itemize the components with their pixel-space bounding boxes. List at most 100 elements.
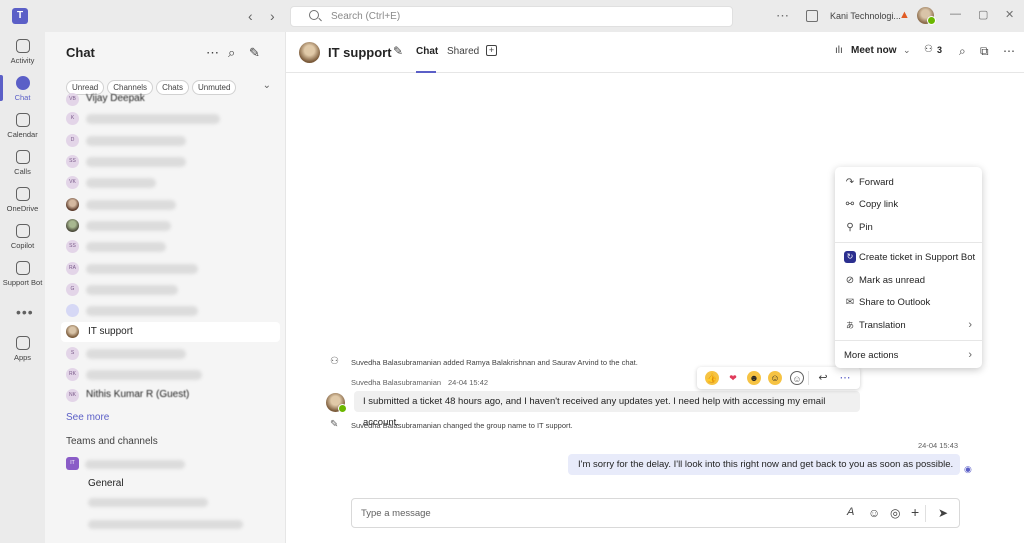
surprised-reaction-icon[interactable]: ☺ bbox=[768, 371, 782, 385]
menu-item-translation[interactable]: あ Translation › bbox=[835, 316, 982, 336]
divider bbox=[808, 371, 809, 385]
avatar: SS bbox=[66, 240, 79, 253]
chat-list-item[interactable] bbox=[66, 301, 276, 321]
edit-name-icon[interactable]: ✎ bbox=[393, 44, 403, 58]
maximize-button[interactable]: ▢ bbox=[978, 8, 988, 21]
sticker-icon[interactable]: ◎ bbox=[890, 506, 900, 520]
message-bubble-own[interactable]: I'm sorry for the delay. I'll look into … bbox=[568, 454, 960, 475]
menu-item-create-ticket[interactable]: ↻ Create ticket in Support Bot bbox=[835, 248, 982, 268]
chat-list-item[interactable]: VK bbox=[66, 173, 276, 193]
chat-list-item[interactable]: RK bbox=[66, 365, 276, 385]
search-input[interactable]: Search (Ctrl+E) bbox=[290, 6, 733, 27]
tab-chat[interactable]: Chat bbox=[416, 46, 438, 57]
chat-list-item[interactable]: D bbox=[66, 131, 276, 151]
emoji-icon[interactable]: ☺ bbox=[868, 506, 880, 520]
add-people-icon: ⚇ bbox=[330, 356, 339, 367]
menu-label: Mark as unread bbox=[859, 275, 926, 286]
reply-icon[interactable]: ↩ bbox=[816, 371, 830, 385]
chevron-right-icon: › bbox=[968, 319, 972, 331]
chat-list-item[interactable] bbox=[66, 216, 276, 236]
close-button[interactable]: ✕ bbox=[1005, 8, 1014, 21]
tab-shared[interactable]: Shared bbox=[447, 46, 479, 57]
chevron-down-icon[interactable]: ⌄ bbox=[903, 45, 911, 56]
format-icon[interactable]: A bbox=[847, 506, 854, 518]
rail-item-calendar[interactable]: Calendar bbox=[0, 113, 45, 139]
chat-icon bbox=[15, 76, 30, 90]
laugh-reaction-icon[interactable]: ☻ bbox=[747, 371, 761, 385]
teams-channels-header[interactable]: Teams and channels bbox=[66, 436, 158, 447]
meet-now-button[interactable]: Meet now bbox=[851, 45, 897, 56]
menu-item-more-actions[interactable]: More actions › bbox=[835, 346, 982, 366]
add-reaction-icon[interactable]: ☺ bbox=[790, 371, 804, 385]
org-icon bbox=[806, 10, 818, 22]
chat-list-item[interactable]: SS bbox=[66, 237, 276, 257]
rail-item-apps[interactable]: Apps bbox=[0, 336, 45, 362]
rail-item-calls[interactable]: Calls bbox=[0, 150, 45, 176]
profile-avatar[interactable] bbox=[917, 7, 936, 25]
menu-item-forward[interactable]: ↷ Forward bbox=[835, 173, 982, 193]
new-chat-icon[interactable]: ✎ bbox=[249, 45, 260, 61]
group-avatar[interactable] bbox=[299, 42, 320, 63]
forward-icon[interactable]: › bbox=[270, 8, 275, 24]
rail-item-chat[interactable]: Chat bbox=[0, 76, 45, 102]
chat-list-item[interactable]: G bbox=[66, 280, 276, 300]
participant-count[interactable]: 3 bbox=[937, 45, 942, 55]
minimize-button[interactable]: — bbox=[950, 8, 961, 20]
channel-general[interactable]: General bbox=[88, 478, 124, 489]
org-name[interactable]: Kani Technologi... bbox=[830, 11, 901, 21]
team-avatar[interactable]: IT bbox=[66, 457, 79, 470]
menu-label: More actions bbox=[844, 350, 899, 361]
people-icon[interactable]: ⚇ bbox=[924, 44, 933, 55]
chat-list-item[interactable]: RA bbox=[66, 259, 276, 279]
menu-item-share-outlook[interactable]: ✉ Share to Outlook bbox=[835, 293, 982, 313]
menu-item-pin[interactable]: ⚲ Pin bbox=[835, 218, 982, 238]
message-composer[interactable]: Type a message A ☺ ◎ + ➤ bbox=[351, 498, 960, 528]
rail-label: Copilot bbox=[10, 241, 35, 250]
avatar: VK bbox=[66, 176, 79, 189]
like-reaction-icon[interactable]: 👍 bbox=[705, 371, 719, 385]
popout-icon[interactable]: ⧉ bbox=[980, 44, 989, 59]
search-icon[interactable]: ⌕ bbox=[228, 45, 235, 61]
see-more-link[interactable]: See more bbox=[66, 412, 109, 423]
avatar: RA bbox=[66, 262, 79, 275]
search-icon[interactable]: ⌕ bbox=[959, 44, 966, 59]
divider bbox=[925, 505, 926, 522]
blurred-name bbox=[86, 136, 186, 146]
rail-item-onedrive[interactable]: OneDrive bbox=[0, 187, 45, 213]
menu-item-mark-unread[interactable]: ⊘ Mark as unread bbox=[835, 271, 982, 291]
avatar bbox=[66, 325, 79, 338]
avatar: SS bbox=[66, 155, 79, 168]
chat-list-item[interactable]: K bbox=[66, 109, 276, 129]
avatar[interactable] bbox=[326, 393, 347, 413]
heart-reaction-icon[interactable]: ❤ bbox=[726, 371, 740, 385]
message-sender: Suvedha Balasubramanian bbox=[351, 378, 442, 387]
attach-icon[interactable]: + bbox=[911, 504, 919, 520]
message-bubble[interactable]: I submitted a ticket 48 hours ago, and I… bbox=[354, 391, 860, 428]
add-tab-button[interactable]: + bbox=[486, 45, 497, 56]
back-icon[interactable]: ‹ bbox=[248, 8, 253, 24]
page-title: Chat bbox=[66, 45, 95, 60]
send-icon[interactable]: ➤ bbox=[938, 506, 948, 520]
rail-item-support-bot[interactable]: Support Bot bbox=[0, 261, 45, 287]
rail-item-activity[interactable]: Activity bbox=[0, 39, 45, 65]
system-message: Suvedha Balasubramanian added Ramya Bala… bbox=[351, 358, 638, 367]
avatar: K bbox=[66, 112, 79, 125]
more-options-icon[interactable]: ⋯ bbox=[776, 8, 790, 24]
rail-label: Apps bbox=[13, 353, 32, 362]
chat-list-item-selected[interactable]: IT support bbox=[61, 322, 280, 342]
warning-icon[interactable]: ▲ bbox=[899, 9, 910, 21]
blurred-channel bbox=[88, 498, 208, 507]
menu-item-copy-link[interactable]: ⚯ Copy link bbox=[835, 195, 982, 215]
more-apps-icon[interactable]: ••• bbox=[16, 304, 34, 320]
chat-list-item[interactable]: S bbox=[66, 344, 276, 364]
chat-list-item[interactable] bbox=[66, 195, 276, 215]
chat-list-item[interactable]: VB Vijay Deepak bbox=[66, 90, 276, 110]
more-options-icon[interactable]: ⋯ bbox=[838, 371, 852, 385]
rail-item-copilot[interactable]: Copilot bbox=[0, 224, 45, 250]
calendar-icon bbox=[15, 113, 30, 127]
teams-logo: T bbox=[12, 8, 28, 24]
more-icon[interactable]: ⋯ bbox=[206, 45, 219, 61]
chat-list-item[interactable]: NK Nithis Kumar R (Guest) bbox=[66, 386, 276, 406]
more-icon[interactable]: ⋯ bbox=[1003, 44, 1015, 58]
chat-list-item[interactable]: SS bbox=[66, 152, 276, 172]
